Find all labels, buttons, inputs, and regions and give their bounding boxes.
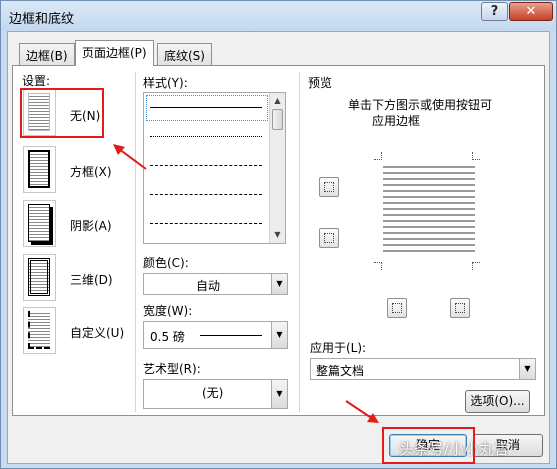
- arrowhead-ok-button: [367, 413, 379, 423]
- arrow-to-none-setting: [118, 148, 147, 170]
- arrow-to-ok-button: [345, 400, 374, 420]
- annotation-arrows: [113, 144, 379, 423]
- watermark-text: 头条号/小小丸言: [399, 440, 510, 458]
- tab-page-border[interactable]: 页面边框(P): [75, 40, 154, 66]
- borders-shading-dialog: 边框和底纹 ? ✕ 边框(B) 页面边框(P) 底纹(S) 设置: 无(N) 方…: [0, 0, 557, 469]
